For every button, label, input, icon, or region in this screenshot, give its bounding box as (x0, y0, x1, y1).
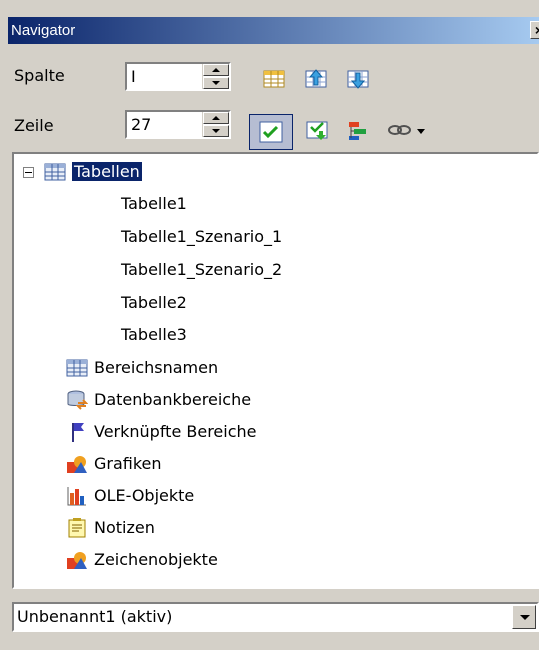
sheet-item[interactable]: Tabelle1_Szenario_1 (121, 225, 282, 249)
category-item[interactable]: Zeichenobjekte (94, 548, 218, 572)
column-input[interactable]: I (131, 67, 136, 87)
sheets-icon (44, 161, 66, 181)
graphics-icon (66, 453, 87, 473)
window-title: Navigator (11, 22, 76, 39)
document-select-value: Unbenannt1 (aktiv) (17, 607, 173, 626)
column-label: Spalte (14, 66, 65, 85)
dropdown-arrow-icon[interactable] (415, 118, 427, 142)
linked-areas-flag-icon (66, 421, 86, 442)
sheet-item[interactable]: Tabelle3 (121, 323, 187, 347)
row-up-button[interactable] (203, 112, 229, 124)
document-select[interactable]: Unbenannt1 (aktiv) (12, 602, 539, 632)
drag-mode-icon[interactable] (387, 118, 413, 142)
database-ranges-icon (66, 389, 89, 410)
collapse-toggle[interactable] (23, 167, 34, 178)
data-range-icon[interactable] (262, 67, 286, 91)
contents-icon[interactable] (249, 114, 293, 150)
notes-icon (66, 517, 86, 538)
navigator-tree[interactable]: Tabellen Tabelle1 Tabelle1_Szenario_1 Ta… (12, 152, 539, 589)
range-names-icon (66, 357, 88, 377)
column-spinbox[interactable]: I (125, 62, 231, 91)
category-item[interactable]: Notizen (94, 516, 155, 540)
close-icon[interactable]: × (530, 21, 539, 39)
category-item[interactable]: OLE-Objekte (94, 484, 194, 508)
column-up-button[interactable] (203, 64, 229, 76)
drawing-objects-icon (66, 549, 87, 569)
toggle-icon[interactable] (305, 118, 329, 142)
scenarios-icon[interactable] (346, 118, 370, 142)
tree-root-label: Tabellen (72, 162, 142, 181)
chevron-down-icon[interactable] (512, 605, 536, 629)
row-input[interactable]: 27 (131, 115, 151, 135)
sheet-item[interactable]: Tabelle2 (121, 291, 187, 315)
tree-root-tabellen[interactable]: Tabellen (72, 160, 142, 184)
row-label: Zeile (14, 116, 54, 135)
category-item[interactable]: Verknüpfte Bereiche (94, 420, 257, 444)
category-item[interactable]: Grafiken (94, 452, 162, 476)
sheet-item[interactable]: Tabelle1_Szenario_2 (121, 258, 282, 282)
row-down-button[interactable] (203, 125, 229, 137)
category-item[interactable]: Datenbankbereiche (94, 388, 251, 412)
row-spinbox[interactable]: 27 (125, 110, 231, 139)
navigator-titlebar: Navigator × (8, 17, 539, 44)
column-down-button[interactable] (203, 77, 229, 89)
ole-objects-icon (66, 485, 86, 506)
sheet-item[interactable]: Tabelle1 (121, 192, 187, 216)
start-icon[interactable] (304, 67, 328, 91)
category-item[interactable]: Bereichsnamen (94, 356, 218, 380)
end-icon[interactable] (346, 67, 370, 91)
